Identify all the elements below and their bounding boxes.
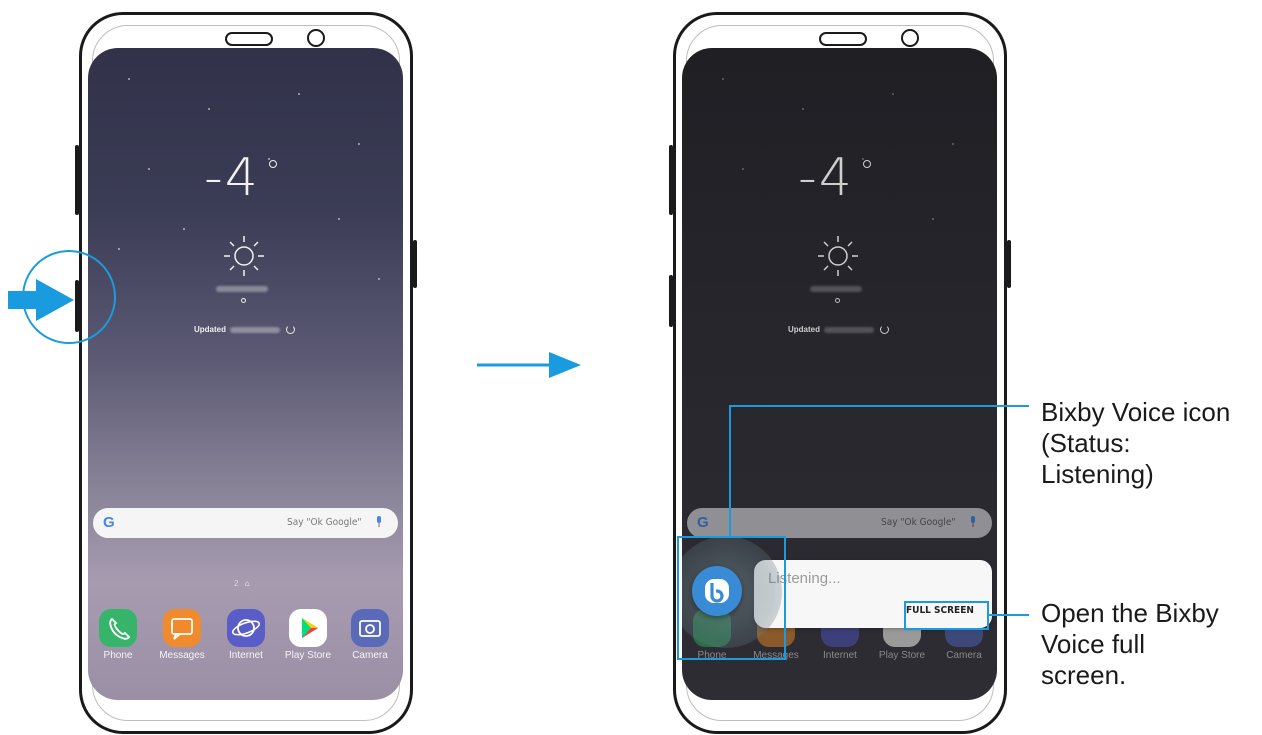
temperature-value: -4 <box>798 148 854 208</box>
press-arrow-icon <box>8 279 74 321</box>
phone-icon <box>109 617 131 640</box>
location-name <box>216 286 268 292</box>
speaker-grille <box>819 32 867 46</box>
play-store-icon <box>302 618 318 638</box>
speaker-grille <box>225 32 273 46</box>
bixby-icon-callout-box <box>677 536 786 660</box>
internet-app-label: Internet <box>823 650 857 661</box>
volume-button[interactable] <box>75 145 79 215</box>
internet-icon <box>231 619 261 637</box>
location-name <box>810 286 862 292</box>
updated-label: Updated <box>194 325 226 334</box>
callout-leader-line <box>729 405 1029 407</box>
page-indicator: 2 ⌂ <box>234 579 250 588</box>
location-pin-icon <box>835 298 840 303</box>
power-button[interactable] <box>413 240 417 288</box>
degree-symbol <box>863 160 871 168</box>
phone-app-icon[interactable] <box>99 609 137 647</box>
updated-time <box>824 327 874 333</box>
refresh-icon[interactable] <box>286 325 295 334</box>
internet-app-icon[interactable] <box>227 609 265 647</box>
degree-symbol <box>269 160 277 168</box>
updated-time <box>230 327 280 333</box>
messages-app-icon[interactable] <box>163 609 201 647</box>
full-screen-callout-box <box>904 601 989 630</box>
power-button[interactable] <box>1007 240 1011 288</box>
messages-icon <box>171 618 193 640</box>
callout-leader-line <box>729 405 731 536</box>
left-home-screen: -4 Updated G Say "Ok Google" 2 ⌂ Phone M… <box>88 48 403 700</box>
phone-app-label: Phone <box>103 650 133 661</box>
updated-label: Updated <box>788 325 820 334</box>
bixby-side-button[interactable] <box>669 275 673 327</box>
front-camera <box>307 29 325 47</box>
transition-arrow-icon <box>477 352 581 378</box>
search-hint: Say "Ok Google" <box>287 517 362 528</box>
internet-app-label: Internet <box>229 650 263 661</box>
bixby-icon-callout-label: Bixby Voice icon (Status: Listening) <box>1041 397 1231 489</box>
google-search-bar[interactable]: G Say "Ok Google" <box>687 508 992 538</box>
camera-app-icon[interactable] <box>351 609 389 647</box>
google-g-icon: G <box>697 514 709 531</box>
messages-app-label: Messages <box>159 650 205 661</box>
sun-icon <box>224 236 264 276</box>
camera-icon <box>359 620 381 637</box>
play-store-app-icon[interactable] <box>289 609 327 647</box>
mic-icon[interactable] <box>376 516 382 527</box>
volume-button[interactable] <box>669 145 673 215</box>
callout-leader-line <box>989 614 1029 616</box>
camera-app-label: Camera <box>352 650 388 661</box>
play-store-app-label: Play Store <box>878 650 926 661</box>
google-g-icon: G <box>103 514 115 531</box>
google-search-bar[interactable]: G Say "Ok Google" <box>93 508 398 538</box>
play-store-app-label: Play Store <box>284 650 332 661</box>
full-screen-callout-label: Open the Bixby Voice full screen. <box>1041 598 1219 690</box>
front-camera <box>901 29 919 47</box>
location-pin-icon <box>241 298 246 303</box>
camera-app-label: Camera <box>946 650 982 661</box>
home-page-icon: ⌂ <box>244 579 250 588</box>
temperature-value: -4 <box>204 148 260 208</box>
sun-icon <box>818 236 858 276</box>
refresh-icon[interactable] <box>880 325 889 334</box>
mic-icon[interactable] <box>970 516 976 527</box>
search-hint: Say "Ok Google" <box>881 517 956 528</box>
